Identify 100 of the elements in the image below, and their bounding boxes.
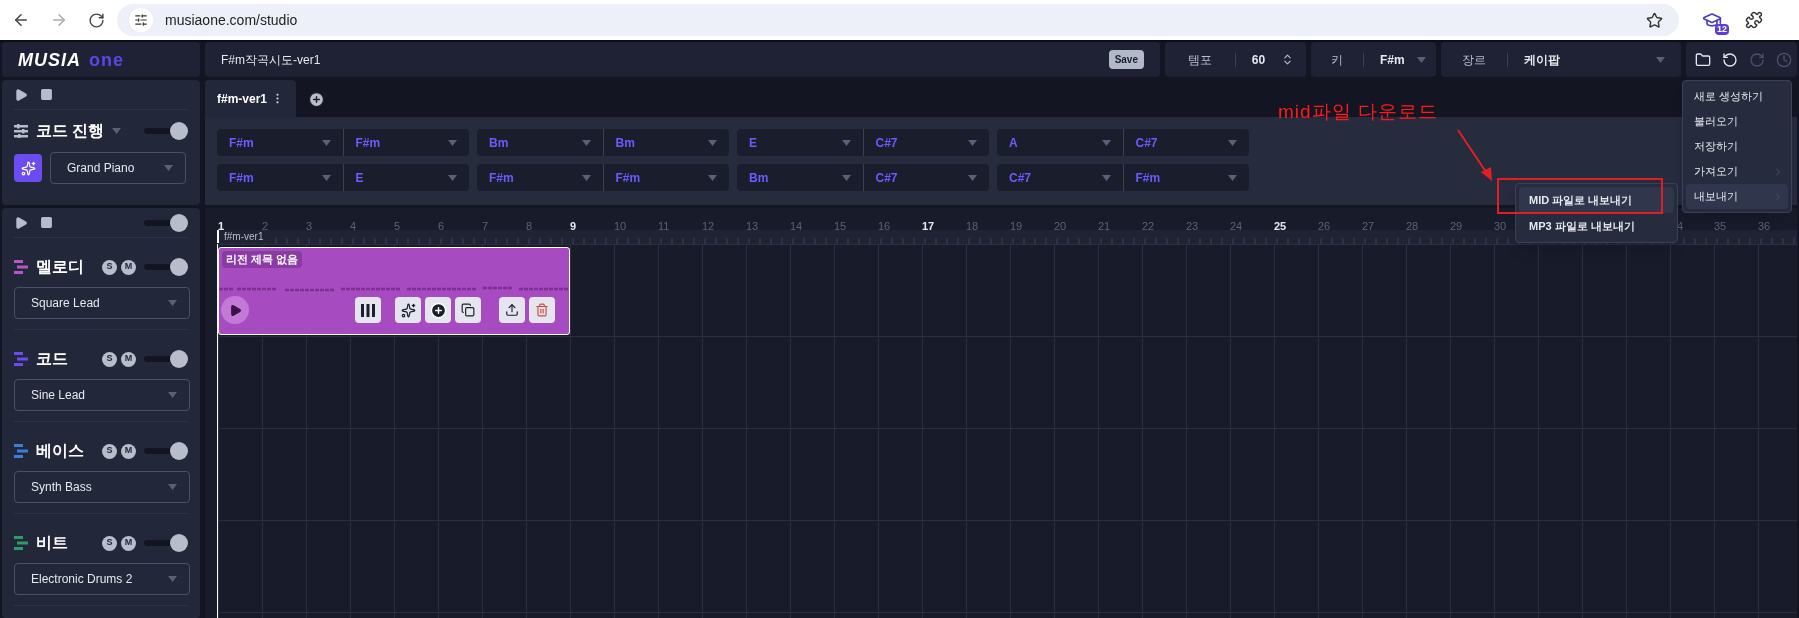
upload-button[interactable]	[499, 297, 525, 323]
annotation-text: mid파일 다운로드	[1278, 100, 1438, 124]
genre-label: 장르	[1461, 51, 1487, 69]
folder-icon	[1694, 51, 1711, 68]
slider-thumb[interactable]	[170, 258, 188, 276]
caret-icon	[168, 484, 177, 490]
bar-number: 36	[1758, 220, 1771, 232]
caret-icon	[841, 174, 851, 181]
site-info-icon[interactable]	[134, 13, 148, 27]
solo-button[interactable]: S	[102, 535, 117, 551]
instrument-dropdown[interactable]: Grand Piano	[50, 152, 186, 184]
bar-number: 5	[394, 220, 401, 232]
bar-number: 10	[614, 220, 627, 232]
key-label: 키	[1330, 51, 1344, 69]
slider-thumb[interactable]	[170, 122, 188, 140]
address-bar[interactable]: musiaone.com/studio	[117, 4, 1679, 36]
stop-icon[interactable]	[40, 88, 53, 101]
mute-button[interactable]: M	[121, 351, 136, 367]
chord-dropdown[interactable]: F#m	[603, 164, 729, 191]
menu-item[interactable]: 가져오기	[1686, 159, 1788, 184]
chord-dropdown[interactable]: C#7	[863, 129, 989, 156]
track-name: 멜로디	[36, 257, 85, 277]
volume-slider[interactable]	[144, 213, 188, 232]
bar-number: 35	[1714, 220, 1727, 232]
tab[interactable]: f#m-ver1	[205, 80, 297, 117]
undo-icon	[1721, 51, 1738, 68]
stop-icon[interactable]	[40, 216, 53, 229]
reload-icon[interactable]	[88, 11, 105, 29]
genre-value: 케이팝	[1523, 51, 1561, 69]
bar-number: 4	[350, 220, 357, 232]
play-icon[interactable]	[14, 215, 28, 230]
chord-dropdown[interactable]: F#m	[217, 129, 344, 156]
chord-dropdown[interactable]: F#m	[217, 164, 344, 191]
chord-dropdown[interactable]: E	[737, 129, 864, 156]
region-title: 리전 제목 없음	[222, 251, 303, 268]
bookmark-star-icon[interactable]	[1646, 11, 1663, 29]
chord-dropdown[interactable]: C#7	[1123, 129, 1249, 156]
genre-dropdown[interactable]: 장르 케이팝	[1441, 42, 1681, 77]
caret-icon	[1228, 139, 1237, 146]
chord-dropdown[interactable]: F#m	[343, 129, 469, 156]
ai-button[interactable]	[14, 154, 42, 182]
volume-slider[interactable]	[144, 442, 188, 460]
mute-button[interactable]: M	[121, 259, 136, 275]
chord-dropdown[interactable]: F#m	[477, 164, 604, 191]
plus-icon	[429, 301, 447, 319]
caret-icon	[321, 174, 331, 181]
save-button[interactable]: Save	[1108, 50, 1144, 69]
region-play-button[interactable]	[221, 296, 249, 324]
chord-dropdown[interactable]: Bm	[603, 129, 729, 156]
delete-button[interactable]	[529, 297, 555, 323]
instrument-dropdown[interactable]: Synth Bass	[14, 471, 190, 503]
slider-thumb[interactable]	[170, 213, 188, 232]
chord-dropdown[interactable]: E	[343, 164, 469, 191]
extension-badge: 12	[1715, 24, 1729, 35]
bar-number: 22	[1142, 220, 1155, 232]
chord-dropdown[interactable]: Bm	[477, 129, 604, 156]
copy-button[interactable]	[455, 297, 481, 323]
solo-button[interactable]: S	[102, 259, 117, 275]
menu-item[interactable]: 불러오기	[1686, 109, 1788, 134]
add-button[interactable]	[425, 297, 451, 323]
bar-number: 29	[1450, 220, 1463, 232]
stepper-icon[interactable]	[1281, 53, 1294, 66]
volume-slider[interactable]	[144, 534, 188, 552]
mute-button[interactable]: M	[121, 535, 136, 551]
key-dropdown[interactable]: 키 F#m	[1311, 42, 1436, 77]
volume-slider[interactable]	[144, 122, 188, 140]
instrument-dropdown[interactable]: Electronic Drums 2	[14, 563, 190, 595]
volume-slider[interactable]	[144, 258, 188, 276]
bar-number: 13	[746, 220, 759, 232]
piano-roll-button[interactable]	[355, 297, 381, 323]
tempo-control[interactable]: 템포 60	[1165, 42, 1306, 77]
mute-button[interactable]: M	[121, 443, 136, 459]
bar-number: 1	[218, 220, 225, 232]
chord-dropdown[interactable]: C#7	[863, 164, 989, 191]
chord-dropdown[interactable]: Bm	[737, 164, 864, 191]
ai-generate-button[interactable]	[395, 297, 421, 323]
slider-thumb[interactable]	[170, 442, 188, 460]
chord-dropdown[interactable]: F#m	[1123, 164, 1249, 191]
bar-number: 28	[1406, 220, 1419, 232]
extensions-icon[interactable]	[1745, 11, 1763, 29]
menu-item[interactable]: 저장하기	[1686, 134, 1788, 159]
menu-item[interactable]: 새로 생성하기	[1686, 84, 1788, 109]
menu-item[interactable]: MID 파일로 내보내기	[1519, 187, 1674, 213]
instrument-dropdown[interactable]: Sine Lead	[14, 379, 190, 411]
instrument-dropdown[interactable]: Square Lead	[14, 287, 190, 319]
back-icon[interactable]	[12, 11, 30, 29]
solo-button[interactable]: S	[102, 443, 117, 459]
slider-thumb[interactable]	[170, 350, 188, 368]
menu-item[interactable]: 내보내기	[1686, 184, 1788, 209]
caret-icon	[1101, 139, 1111, 146]
slider-thumb[interactable]	[170, 534, 188, 552]
play-icon[interactable]	[14, 87, 28, 102]
menu-item[interactable]: MP3 파일로 내보내기	[1519, 213, 1674, 239]
region[interactable]: 리전 제목 없음	[218, 247, 570, 335]
chord-dropdown[interactable]: C#7	[997, 164, 1124, 191]
solo-button[interactable]: S	[102, 351, 117, 367]
volume-slider[interactable]	[144, 350, 188, 368]
chord-dropdown[interactable]: A	[997, 129, 1124, 156]
add-tab-icon[interactable]	[308, 91, 326, 108]
copy-icon	[461, 303, 475, 317]
